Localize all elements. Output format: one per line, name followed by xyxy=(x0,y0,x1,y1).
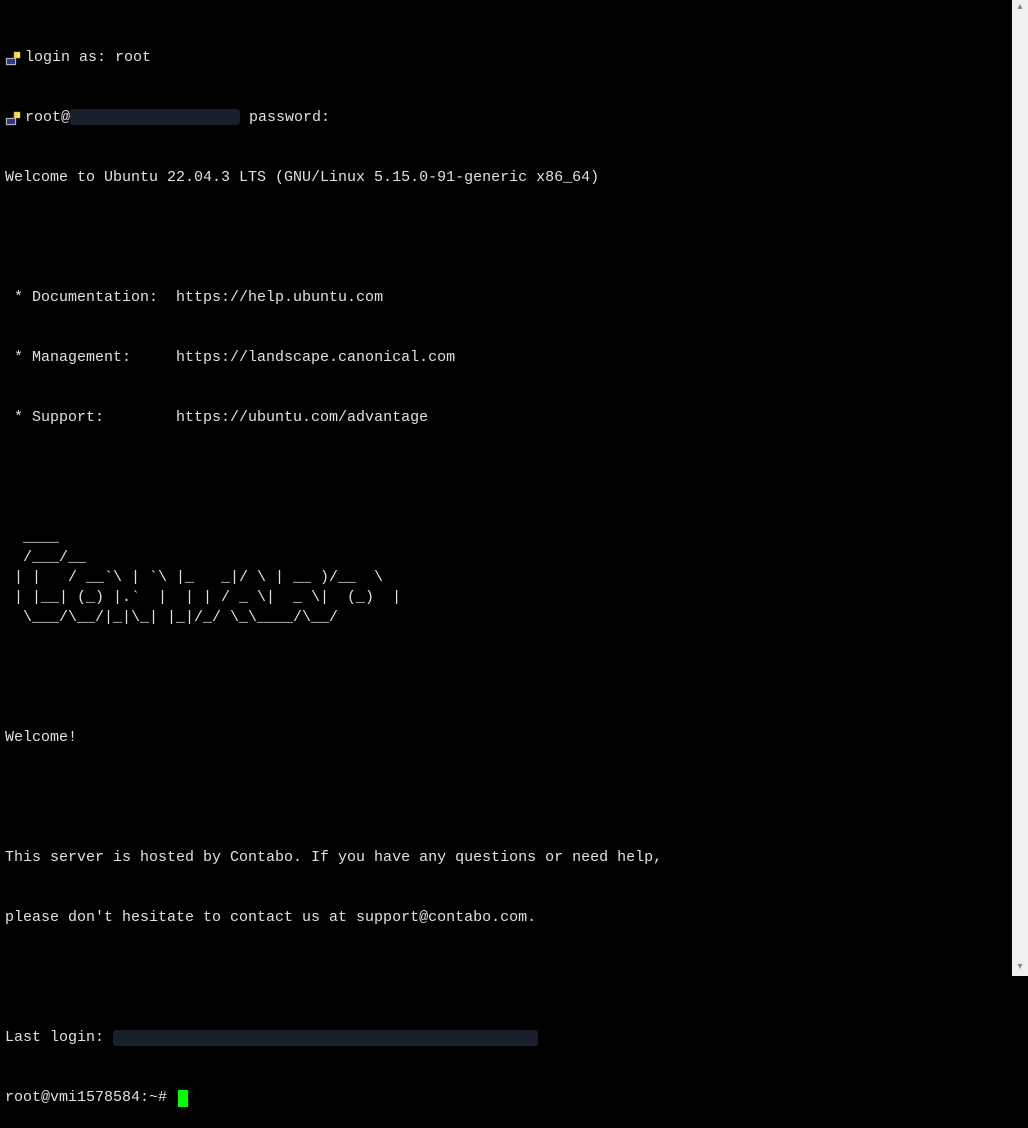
blank-line xyxy=(5,228,1012,248)
scroll-up-arrow-icon[interactable]: ▴ xyxy=(1012,0,1028,16)
login-line-2: root@ password: xyxy=(5,108,1012,128)
scroll-down-arrow-icon[interactable]: ▾ xyxy=(1012,960,1028,976)
login-prompt: login as: root xyxy=(25,48,151,68)
password-prompt: root@ password: xyxy=(25,108,330,128)
blank-line xyxy=(5,468,1012,488)
redacted-last-login xyxy=(113,1030,538,1046)
shell-prompt: root@vmi1578584:~# xyxy=(5,1088,176,1108)
scrollbar[interactable]: ▴ ▾ xyxy=(1012,0,1028,976)
terminal-window[interactable]: login as: root root@ password: Welcome t… xyxy=(0,0,1012,976)
host-message-2: please don't hesitate to contact us at s… xyxy=(5,908,1012,928)
last-login-line: Last login: xyxy=(5,1028,1012,1048)
host-message-1: This server is hosted by Contabo. If you… xyxy=(5,848,1012,868)
welcome-ubuntu: Welcome to Ubuntu 22.04.3 LTS (GNU/Linux… xyxy=(5,168,1012,188)
mgmt-link-line: * Management: https://landscape.canonica… xyxy=(5,348,1012,368)
welcome-text: Welcome! xyxy=(5,728,1012,748)
putty-icon xyxy=(5,110,21,126)
support-link-line: * Support: https://ubuntu.com/advantage xyxy=(5,408,1012,428)
ascii-art-contabo: ____ /___/__ | | / __`\ | `\ |_ _|/ \ | … xyxy=(5,528,1012,628)
shell-prompt-line[interactable]: root@vmi1578584:~# xyxy=(5,1088,1012,1108)
docs-link-line: * Documentation: https://help.ubuntu.com xyxy=(5,288,1012,308)
login-line-1: login as: root xyxy=(5,48,1012,68)
putty-icon xyxy=(5,50,21,66)
blank-line xyxy=(5,788,1012,808)
blank-line xyxy=(5,968,1012,988)
redacted-hostname xyxy=(70,109,240,125)
cursor xyxy=(178,1090,188,1107)
blank-line xyxy=(5,668,1012,688)
